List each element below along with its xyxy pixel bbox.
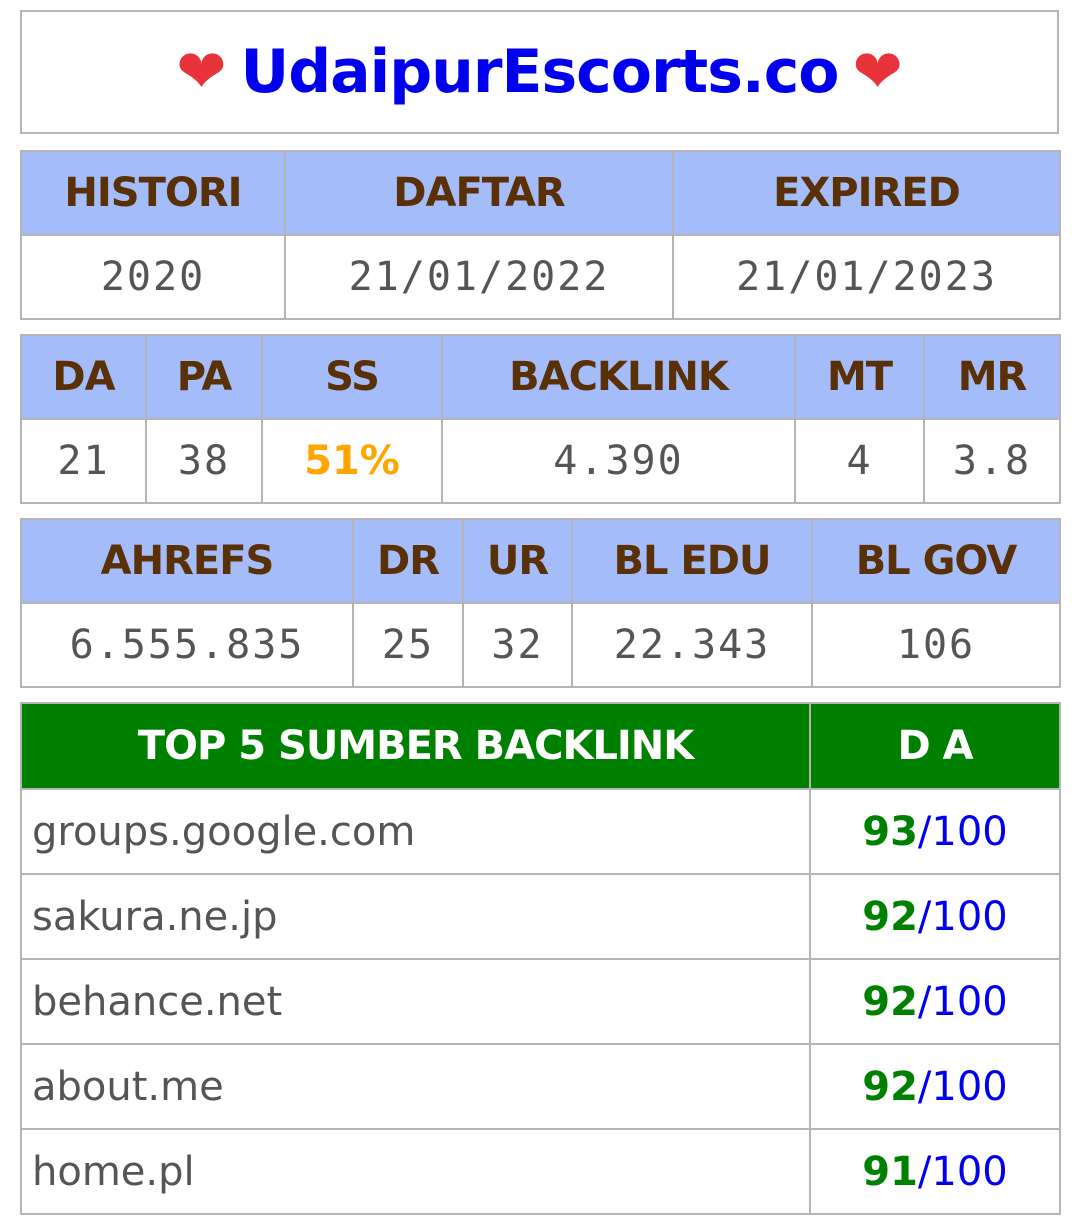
score-value: 93: [862, 808, 918, 855]
histori-value: 2020: [20, 234, 286, 320]
domain-info-table: HISTORI DAFTAR EXPIRED 2020 21/01/2022 2…: [20, 150, 1061, 320]
header-dr: DR: [352, 518, 464, 604]
score-max: 100: [931, 978, 1008, 1025]
backlink-score: 92/100: [809, 958, 1061, 1045]
score-max: 100: [931, 808, 1008, 855]
score-max: 100: [931, 1063, 1008, 1110]
ahrefs-value: 6.555.835: [20, 602, 354, 688]
header-histori: HISTORI: [20, 150, 286, 236]
bl-gov-value: 106: [811, 602, 1061, 688]
backlink-score: 92/100: [809, 873, 1061, 960]
score-max: 100: [931, 893, 1008, 940]
mt-value: 4: [794, 418, 925, 504]
backlink-score: 93/100: [809, 788, 1061, 875]
table-row: 2020 21/01/2022 21/01/2023: [20, 234, 1061, 320]
heart-icon: ❤: [176, 37, 227, 107]
bl-edu-value: 22.343: [571, 602, 813, 688]
backlink-domain: groups.google.com: [20, 788, 811, 875]
score-separator: /: [917, 893, 932, 940]
table-row: sakura.ne.jp 92/100: [20, 873, 1061, 960]
header-expired: EXPIRED: [672, 150, 1061, 236]
table-row: home.pl 91/100: [20, 1128, 1061, 1215]
score-separator: /: [917, 808, 932, 855]
table-row: 6.555.835 25 32 22.343 106: [20, 602, 1061, 688]
header-ahrefs: AHREFS: [20, 518, 354, 604]
site-title-banner: ❤ UdaipurEscorts.co ❤: [20, 10, 1059, 134]
table-header-row: AHREFS DR UR BL EDU BL GOV: [20, 518, 1061, 604]
table-row: behance.net 92/100: [20, 958, 1061, 1045]
site-name[interactable]: UdaipurEscorts.co: [240, 37, 839, 107]
table-header-row: TOP 5 SUMBER BACKLINK D A: [20, 702, 1061, 790]
score-separator: /: [917, 978, 932, 1025]
header-bl-edu: BL EDU: [571, 518, 813, 604]
header-da: D A: [809, 702, 1061, 790]
header-backlink: BACKLINK: [441, 334, 796, 420]
table-row: groups.google.com 93/100: [20, 788, 1061, 875]
header-daftar: DAFTAR: [284, 150, 674, 236]
score-value: 92: [862, 1063, 918, 1110]
backlink-domain: about.me: [20, 1043, 811, 1130]
backlink-domain: sakura.ne.jp: [20, 873, 811, 960]
header-da: DA: [20, 334, 147, 420]
score-value: 91: [862, 1148, 918, 1195]
table-header-row: HISTORI DAFTAR EXPIRED: [20, 150, 1061, 236]
score-value: 92: [862, 893, 918, 940]
backlink-score: 92/100: [809, 1043, 1061, 1130]
daftar-value: 21/01/2022: [284, 234, 674, 320]
table-row: 21 38 51% 4.390 4 3.8: [20, 418, 1061, 504]
header-mr: MR: [923, 334, 1061, 420]
backlink-score: 91/100: [809, 1128, 1061, 1215]
header-ss: SS: [261, 334, 443, 420]
top-backlinks-table: TOP 5 SUMBER BACKLINK D A groups.google.…: [20, 702, 1061, 1215]
backlink-value: 4.390: [441, 418, 796, 504]
pa-value: 38: [145, 418, 263, 504]
header-top-sources: TOP 5 SUMBER BACKLINK: [20, 702, 811, 790]
score-separator: /: [917, 1148, 932, 1195]
score-max: 100: [931, 1148, 1008, 1195]
mr-value: 3.8: [923, 418, 1061, 504]
ahrefs-metrics-table: AHREFS DR UR BL EDU BL GOV 6.555.835 25 …: [20, 518, 1061, 688]
backlink-domain: behance.net: [20, 958, 811, 1045]
table-header-row: DA PA SS BACKLINK MT MR: [20, 334, 1061, 420]
header-bl-gov: BL GOV: [811, 518, 1061, 604]
dr-value: 25: [352, 602, 464, 688]
backlink-domain: home.pl: [20, 1128, 811, 1215]
table-row: about.me 92/100: [20, 1043, 1061, 1130]
ur-value: 32: [462, 602, 573, 688]
header-pa: PA: [145, 334, 263, 420]
da-value: 21: [20, 418, 147, 504]
moz-metrics-table: DA PA SS BACKLINK MT MR 21 38 51% 4.390 …: [20, 334, 1061, 504]
score-separator: /: [917, 1063, 932, 1110]
ss-value: 51%: [261, 418, 443, 504]
header-mt: MT: [794, 334, 925, 420]
expired-value: 21/01/2023: [672, 234, 1061, 320]
header-ur: UR: [462, 518, 573, 604]
score-value: 92: [862, 978, 918, 1025]
heart-icon: ❤: [852, 37, 903, 107]
